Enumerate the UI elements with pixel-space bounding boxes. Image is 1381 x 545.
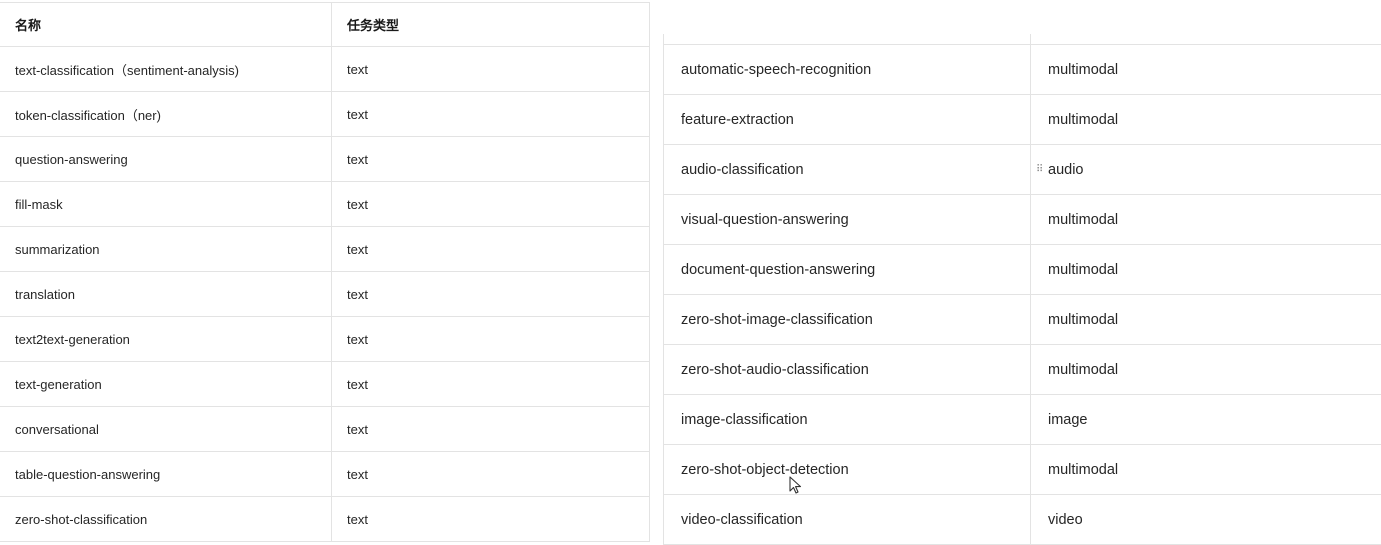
task-type-cell[interactable]: text: [332, 47, 650, 92]
task-name-cell[interactable]: table-question-answering: [0, 452, 332, 497]
drag-handle-icon[interactable]: ⠿: [1036, 165, 1042, 175]
table-row: automatic-speech-recognition multimodal: [664, 45, 1381, 95]
task-name-cell[interactable]: translation: [0, 272, 332, 317]
header-task-type: 任务类型: [332, 3, 650, 47]
table-row: text2text-generation text: [0, 317, 650, 362]
task-type-cell[interactable]: multimodal: [1031, 245, 1381, 295]
table-row: image-classification image: [664, 395, 1381, 445]
task-name-cell[interactable]: text-classification（sentiment-analysis): [0, 47, 332, 92]
task-name-cell[interactable]: text2text-generation: [0, 317, 332, 362]
table-row: audio-classification ⠿ audio: [664, 145, 1381, 195]
task-type-cell[interactable]: multimodal: [1031, 345, 1381, 395]
task-type-cell[interactable]: text: [332, 227, 650, 272]
empty-cell: [664, 34, 1031, 45]
table-row-partial: [664, 34, 1381, 45]
table-row: conversational text: [0, 407, 650, 452]
task-type-cell[interactable]: image: [1031, 395, 1381, 445]
task-name-cell[interactable]: audio-classification: [664, 145, 1031, 195]
task-name-cell[interactable]: zero-shot-object-detection: [664, 445, 1031, 495]
table-row: video-classification video: [664, 495, 1381, 545]
task-name-cell[interactable]: token-classification（ner): [0, 92, 332, 137]
task-type-cell[interactable]: text: [332, 182, 650, 227]
table-row: summarization text: [0, 227, 650, 272]
task-name-cell[interactable]: visual-question-answering: [664, 195, 1031, 245]
task-name-cell[interactable]: automatic-speech-recognition: [664, 45, 1031, 95]
task-type-cell[interactable]: multimodal: [1031, 295, 1381, 345]
task-table-left: 名称 任务类型 text-classification（sentiment-an…: [0, 2, 650, 542]
empty-cell: [1031, 34, 1381, 45]
task-type-cell[interactable]: multimodal: [1031, 95, 1381, 145]
task-name-cell[interactable]: video-classification: [664, 495, 1031, 545]
task-type-cell[interactable]: text: [332, 272, 650, 317]
task-type-cell[interactable]: text: [332, 362, 650, 407]
table-row: feature-extraction multimodal: [664, 95, 1381, 145]
task-name-cell[interactable]: zero-shot-audio-classification: [664, 345, 1031, 395]
task-type-cell[interactable]: ⠿ audio: [1031, 145, 1381, 195]
table-row: zero-shot-audio-classification multimoda…: [664, 345, 1381, 395]
task-type-cell[interactable]: text: [332, 92, 650, 137]
table-row: zero-shot-classification text: [0, 497, 650, 542]
task-type-cell[interactable]: text: [332, 317, 650, 362]
task-type-cell[interactable]: text: [332, 137, 650, 182]
task-type-cell[interactable]: multimodal: [1031, 45, 1381, 95]
task-name-cell[interactable]: zero-shot-image-classification: [664, 295, 1031, 345]
task-name-cell[interactable]: document-question-answering: [664, 245, 1031, 295]
task-name-cell[interactable]: image-classification: [664, 395, 1031, 445]
task-table-right: automatic-speech-recognition multimodal …: [663, 34, 1381, 545]
table-row: fill-mask text: [0, 182, 650, 227]
task-name-cell[interactable]: conversational: [0, 407, 332, 452]
task-type-cell[interactable]: multimodal: [1031, 445, 1381, 495]
task-type-cell[interactable]: multimodal: [1031, 195, 1381, 245]
table-row: translation text: [0, 272, 650, 317]
task-name-cell[interactable]: question-answering: [0, 137, 332, 182]
task-name-cell[interactable]: summarization: [0, 227, 332, 272]
task-name-cell[interactable]: feature-extraction: [664, 95, 1031, 145]
task-type-cell[interactable]: text: [332, 407, 650, 452]
task-type-cell[interactable]: text: [332, 497, 650, 542]
task-name-cell[interactable]: text-generation: [0, 362, 332, 407]
table-row: question-answering text: [0, 137, 650, 182]
table-row: zero-shot-object-detection multimodal: [664, 445, 1381, 495]
table-row: text-generation text: [0, 362, 650, 407]
table-row: text-classification（sentiment-analysis) …: [0, 47, 650, 92]
task-type-cell[interactable]: video: [1031, 495, 1381, 545]
table-row: table-question-answering text: [0, 452, 650, 497]
table-row: token-classification（ner) text: [0, 92, 650, 137]
header-name: 名称: [0, 3, 332, 47]
task-type-text: audio: [1048, 162, 1083, 178]
table-row: document-question-answering multimodal: [664, 245, 1381, 295]
task-name-cell[interactable]: fill-mask: [0, 182, 332, 227]
table-row: visual-question-answering multimodal: [664, 195, 1381, 245]
table-header-row: 名称 任务类型: [0, 3, 650, 47]
mouse-pointer-icon: [788, 476, 804, 496]
task-name-cell[interactable]: zero-shot-classification: [0, 497, 332, 542]
table-row: zero-shot-image-classification multimoda…: [664, 295, 1381, 345]
task-type-cell[interactable]: text: [332, 452, 650, 497]
